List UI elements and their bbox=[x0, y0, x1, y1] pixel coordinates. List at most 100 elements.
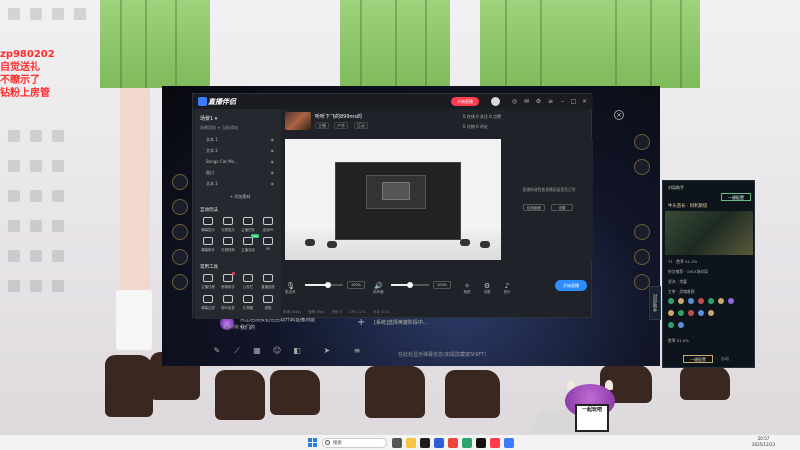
add-source-button[interactable]: + 添加素材 bbox=[220, 193, 260, 201]
rune-icon[interactable] bbox=[708, 310, 714, 316]
minimize-icon[interactable]: – bbox=[559, 98, 566, 105]
rune-icon[interactable] bbox=[698, 298, 704, 304]
pen-icon[interactable]: ✎ bbox=[212, 346, 222, 356]
tool-item[interactable]: 礼物箱 bbox=[239, 295, 257, 315]
spell-icon[interactable] bbox=[172, 249, 188, 265]
app-icon[interactable] bbox=[490, 438, 500, 448]
source-item[interactable]: Bongo Cat Mo... ◉ bbox=[200, 157, 278, 166]
eye-icon[interactable]: ◉ bbox=[271, 179, 275, 188]
auto-toggle[interactable]: 自动 bbox=[721, 356, 729, 362]
music-button[interactable]: ♪ 音乐 bbox=[503, 282, 511, 295]
beauty-button[interactable]: ✧ 美颜 bbox=[463, 282, 471, 295]
streaming-app-icon[interactable] bbox=[504, 438, 514, 448]
interact-item[interactable]: 连线PK bbox=[259, 217, 277, 237]
side-panel-tab[interactable]: 对局助手 bbox=[649, 286, 661, 320]
plus-icon[interactable]: + bbox=[357, 318, 367, 328]
rune-icon[interactable] bbox=[698, 310, 704, 316]
rune-icon[interactable] bbox=[678, 298, 684, 304]
stream-preview[interactable] bbox=[285, 139, 501, 260]
mic-percent[interactable]: 100% bbox=[347, 281, 365, 289]
interact-item[interactable]: 弹幕显示 bbox=[199, 217, 217, 237]
eye-icon[interactable]: ◉ bbox=[271, 157, 275, 166]
app-icon[interactable] bbox=[476, 438, 486, 448]
spell-icon[interactable] bbox=[172, 174, 188, 190]
file-explorer-icon[interactable] bbox=[406, 438, 416, 448]
rune-icon[interactable] bbox=[728, 298, 734, 304]
player-icon[interactable] bbox=[634, 249, 650, 265]
mic-volume-slider[interactable] bbox=[305, 282, 343, 288]
player-icon[interactable] bbox=[634, 224, 650, 240]
rune-icon[interactable] bbox=[688, 298, 694, 304]
send-icon[interactable]: ➤ bbox=[322, 346, 332, 356]
rune-icon[interactable] bbox=[708, 298, 714, 304]
shape-icon[interactable]: ◧ bbox=[292, 346, 302, 356]
rune-icon[interactable] bbox=[718, 298, 724, 304]
windows-start-icon[interactable] bbox=[308, 438, 318, 448]
eye-icon[interactable]: ◉ bbox=[271, 146, 275, 155]
source-item[interactable]: 文本 2 ◉ bbox=[200, 146, 278, 155]
interact-item[interactable]: 主播互动 new bbox=[239, 234, 259, 257]
panel-tab[interactable]: 对局助手 bbox=[668, 185, 684, 191]
menu-icon[interactable]: ≡ bbox=[547, 98, 554, 105]
rune-icon[interactable] bbox=[678, 310, 684, 316]
rune-icon[interactable] bbox=[678, 322, 684, 328]
room-title[interactable]: 听听下飞的899ms的 bbox=[315, 113, 362, 120]
speaker-volume-knob[interactable] bbox=[407, 282, 413, 288]
mic-volume-knob[interactable] bbox=[324, 282, 331, 288]
maximize-icon[interactable]: □ bbox=[570, 98, 577, 105]
check-button[interactable]: 检测画面 bbox=[523, 204, 545, 211]
close-icon[interactable]: × bbox=[581, 98, 588, 105]
player-icon[interactable] bbox=[634, 274, 650, 290]
interact-item[interactable]: 弹幕助手 bbox=[199, 237, 217, 257]
one-click-config-button[interactable]: 一键配置 bbox=[721, 193, 751, 201]
eye-icon[interactable]: ◉ bbox=[271, 135, 275, 144]
message-icon[interactable]: ✉ bbox=[523, 98, 530, 105]
tool-item[interactable]: 公告栏 bbox=[239, 274, 257, 294]
grid-icon[interactable]: ▦ bbox=[252, 346, 262, 356]
menu-icon[interactable]: ≡ bbox=[352, 346, 362, 356]
start-live-button[interactable]: 开始直播 bbox=[555, 280, 587, 291]
speaker-volume-slider[interactable] bbox=[391, 282, 429, 288]
more-features-button[interactable]: 更多功能 ▾ bbox=[223, 324, 242, 330]
source-item[interactable]: 文本 1 ◉ bbox=[200, 135, 278, 144]
avatar[interactable] bbox=[491, 97, 500, 106]
interact-item[interactable]: 礼物显示 bbox=[219, 217, 237, 237]
tool-item[interactable]: 观众信息 bbox=[219, 295, 237, 315]
taskbar-search-box[interactable]: 搜索 bbox=[322, 438, 387, 448]
rune-icon[interactable] bbox=[668, 298, 674, 304]
spell-icon[interactable] bbox=[172, 224, 188, 240]
app-icon[interactable] bbox=[420, 438, 430, 448]
spell-icon[interactable] bbox=[172, 199, 188, 215]
app-icon[interactable] bbox=[448, 438, 458, 448]
headset-icon[interactable]: ◎ bbox=[511, 98, 518, 105]
settings-button[interactable]: 设置 bbox=[551, 204, 573, 211]
source-item[interactable]: 文本 1 ◉ bbox=[200, 179, 278, 188]
player-icon[interactable] bbox=[634, 134, 650, 150]
tool-item[interactable]: 直播回放 bbox=[259, 274, 277, 294]
mic-toggle[interactable]: 🎙 麦克风 bbox=[285, 282, 296, 295]
rune-icon[interactable] bbox=[688, 310, 694, 316]
clock[interactable]: 20:57 2025/12/23 bbox=[752, 436, 775, 448]
tool-item[interactable]: 主播日程 bbox=[199, 274, 217, 294]
brush-icon[interactable]: ⟋ bbox=[232, 346, 242, 356]
rune-icon[interactable] bbox=[668, 310, 674, 316]
speaker-toggle[interactable]: 🔊 扬声器 bbox=[373, 282, 384, 295]
room-tag[interactable]: 互动 bbox=[353, 122, 368, 129]
system-tray[interactable] bbox=[720, 439, 750, 447]
taskview-icon[interactable] bbox=[392, 438, 402, 448]
tool-item[interactable]: 房管助手 bbox=[219, 272, 237, 294]
app-icon[interactable] bbox=[462, 438, 472, 448]
tool-item[interactable]: 成就 bbox=[259, 295, 277, 315]
room-tag[interactable]: 主播 bbox=[315, 122, 329, 129]
spell-icon[interactable] bbox=[172, 274, 188, 290]
speaker-percent[interactable]: 100% bbox=[433, 281, 451, 289]
player-icon[interactable] bbox=[634, 159, 650, 175]
source-item[interactable]: 窗口 ◉ bbox=[200, 168, 278, 177]
eye-icon[interactable]: ◉ bbox=[271, 168, 275, 177]
scene-selector[interactable]: 场景1 ▾ bbox=[200, 115, 217, 122]
close-icon[interactable]: × bbox=[614, 110, 624, 120]
app-icon[interactable] bbox=[434, 438, 444, 448]
interact-item[interactable]: 礼物特效 bbox=[219, 237, 237, 257]
rune-icon[interactable] bbox=[668, 322, 674, 328]
room-tag[interactable]: 户外 bbox=[334, 122, 349, 129]
